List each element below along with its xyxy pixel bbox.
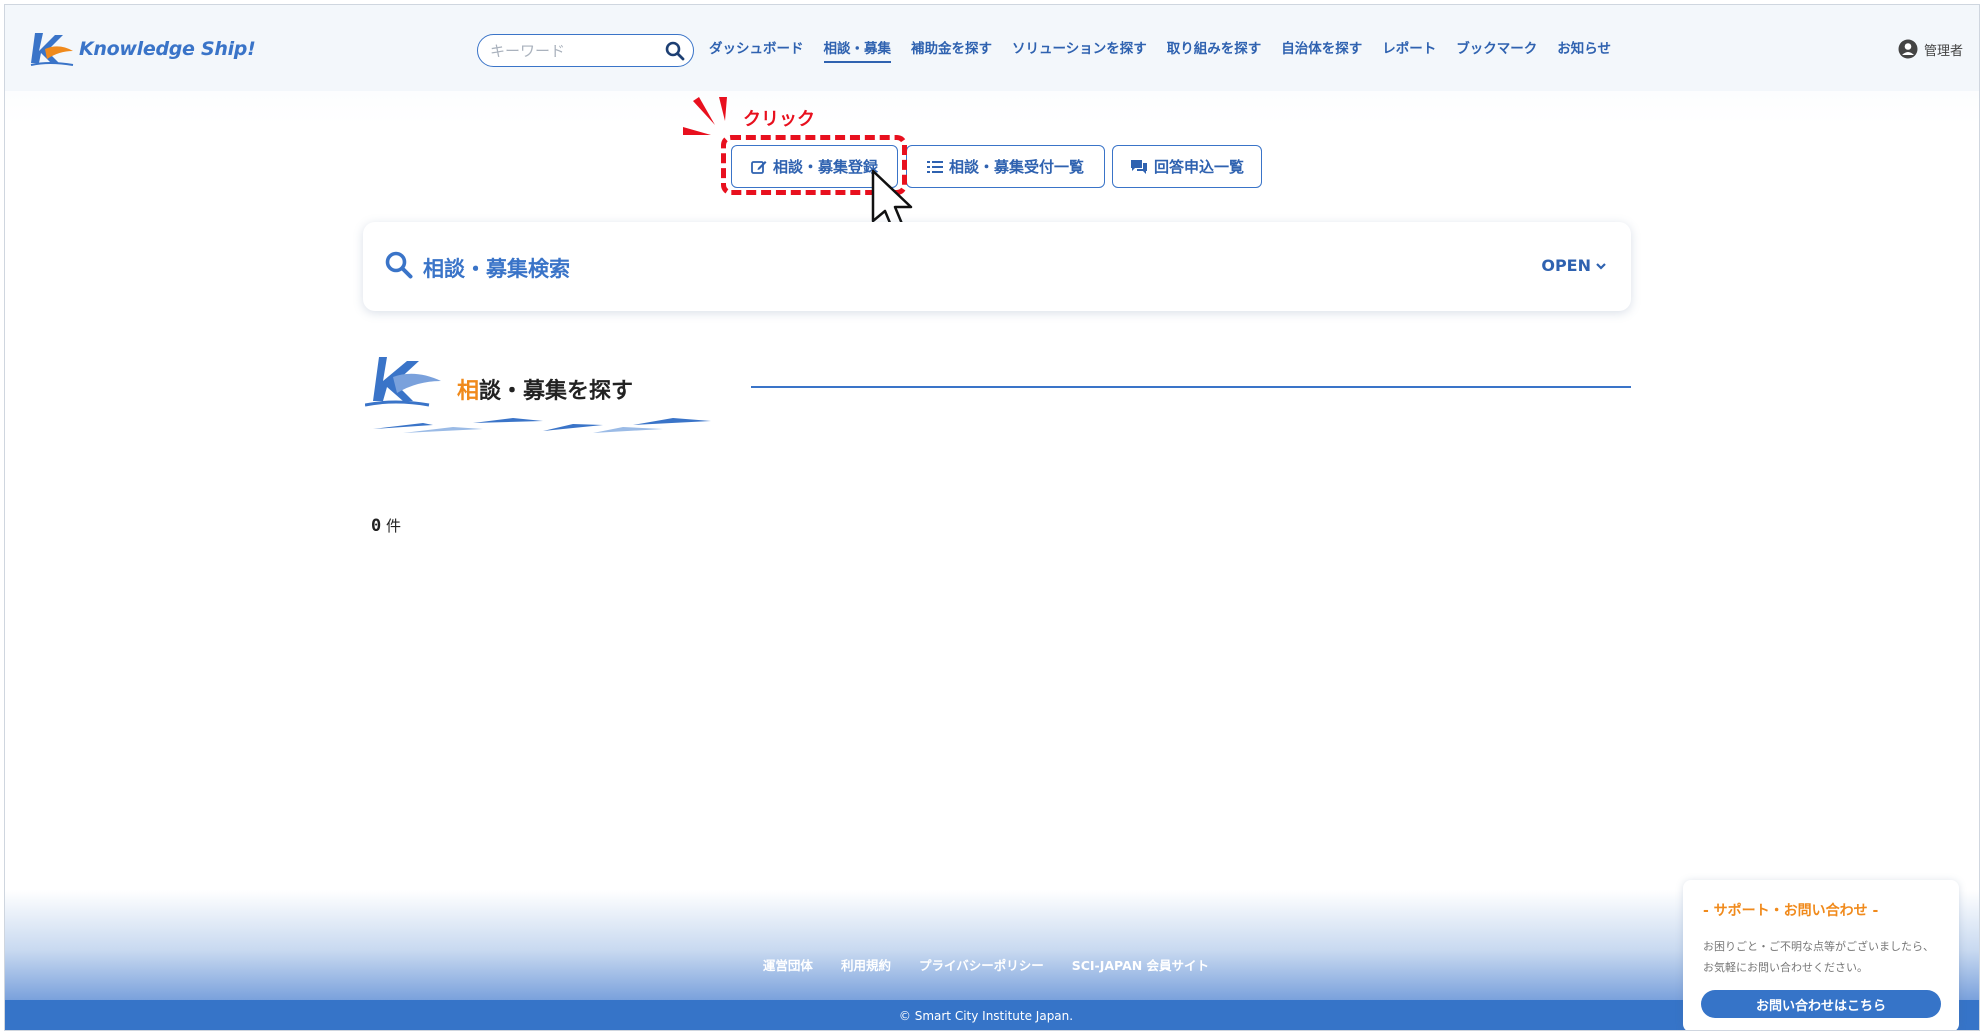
page-frame: Knowledge Ship! ダッシュボード 相談・募集 補助金を探す ソリュ… xyxy=(4,4,1980,1031)
section-divider xyxy=(751,386,1631,388)
logo-text: Knowledge Ship! xyxy=(79,38,256,60)
section-title: 相談・募集を探す xyxy=(457,373,633,405)
result-count: 0 件 xyxy=(371,515,401,536)
list-icon xyxy=(926,160,943,173)
search-input[interactable] xyxy=(490,41,665,60)
support-title: - サポート・お問い合わせ - xyxy=(1703,903,1879,919)
search-panel-toggle[interactable]: OPEN xyxy=(1541,256,1607,275)
nav-dashboard[interactable]: ダッシュボード xyxy=(709,37,804,63)
search-panel-toggle-label: OPEN xyxy=(1541,256,1591,275)
section-ship-icon xyxy=(365,357,441,407)
user-avatar-icon xyxy=(1898,39,1918,59)
footer-link-member-site[interactable]: SCI-JAPAN 会員サイト xyxy=(1072,955,1209,974)
nav-subsidies[interactable]: 補助金を探す xyxy=(911,37,992,63)
contact-button[interactable]: お問い合わせはこちら xyxy=(1701,990,1941,1018)
answer-list-button[interactable]: 回答申込一覧 xyxy=(1112,145,1262,188)
consultation-search-panel: 相談・募集検索 OPEN xyxy=(363,222,1631,311)
search-panel-title: 相談・募集検索 xyxy=(423,257,570,281)
nav-news[interactable]: お知らせ xyxy=(1557,37,1611,63)
nav-initiatives[interactable]: 取り組みを探す xyxy=(1167,37,1262,63)
ship-logo-icon xyxy=(30,33,74,66)
chevron-down-icon xyxy=(1596,262,1606,270)
waves-decoration-icon xyxy=(373,418,711,433)
search-icon[interactable] xyxy=(665,41,685,61)
nav-consultation[interactable]: 相談・募集 xyxy=(823,37,891,63)
nav-bookmarks[interactable]: ブックマーク xyxy=(1456,37,1537,63)
footer-link-terms[interactable]: 利用規約 xyxy=(841,955,891,974)
nav-reports[interactable]: レポート xyxy=(1382,37,1436,63)
comments-icon xyxy=(1130,159,1147,174)
main-nav: ダッシュボード 相談・募集 補助金を探す ソリューションを探す 取り組みを探す … xyxy=(709,37,1611,63)
support-widget: - サポート・お問い合わせ - お困りごと・ご不明な点等がございましたら、お気軽… xyxy=(1683,880,1959,1030)
user-name: 管理者 xyxy=(1923,43,1963,59)
footer-link-organization[interactable]: 運営団体 xyxy=(763,955,813,974)
consultation-list-button[interactable]: 相談・募集受付一覧 xyxy=(906,145,1105,188)
copyright-text: © Smart City Institute Japan. xyxy=(898,1009,1074,1023)
consultation-list-label: 相談・募集受付一覧 xyxy=(948,158,1084,176)
search-icon xyxy=(385,251,413,279)
support-text: お困りごと・ご不明な点等がございましたら、お気軽にお問い合わせください。 xyxy=(1703,940,1934,974)
answer-list-label: 回答申込一覧 xyxy=(1153,158,1244,176)
keyword-search xyxy=(477,34,694,67)
result-count-unit: 件 xyxy=(386,517,402,535)
footer-link-privacy[interactable]: プライバシーポリシー xyxy=(919,955,1044,974)
logo[interactable]: Knowledge Ship! xyxy=(29,25,256,73)
nav-solutions[interactable]: ソリューションを探す xyxy=(1012,37,1147,63)
section-title-accent: 相 xyxy=(457,379,480,404)
click-annotation-label: クリック xyxy=(743,109,815,130)
header: Knowledge Ship! ダッシュボード 相談・募集 補助金を探す ソリュ… xyxy=(5,5,1979,91)
section-title-rest: 談・募集を探す xyxy=(479,379,634,404)
nav-municipalities[interactable]: 自治体を探す xyxy=(1281,37,1362,63)
result-count-number: 0 xyxy=(371,516,382,536)
user-menu[interactable]: 管理者 xyxy=(1898,39,1963,59)
